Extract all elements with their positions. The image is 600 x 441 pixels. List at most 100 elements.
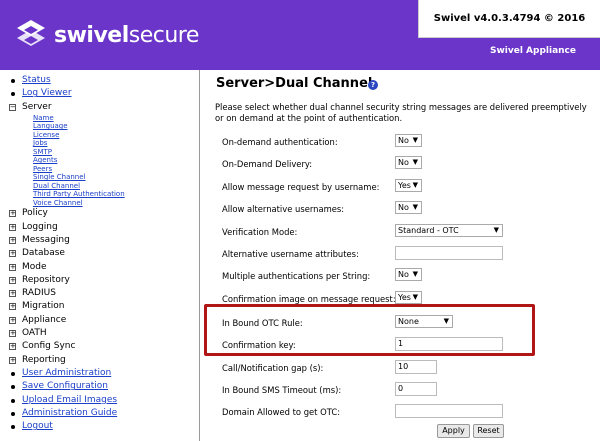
apply-button[interactable]: Apply (437, 424, 470, 438)
bullet-icon (11, 92, 15, 97)
bullet-icon (11, 411, 15, 416)
expand-icon[interactable]: + (9, 343, 16, 351)
server-submenu: Name Language License Jobs SMTP Agents P… (0, 114, 199, 208)
sidebar-item-database[interactable]: + Database (0, 247, 199, 260)
sidebar-item-oath[interactable]: + OATH (0, 327, 199, 340)
sidebar-subitem[interactable]: Language (0, 122, 199, 131)
sidebar-subitem[interactable]: SMTP (0, 148, 199, 157)
sidebar-subitem[interactable]: Peers (0, 165, 199, 174)
dropdown-arrow-icon: ▼ (412, 270, 418, 278)
sidebar-item-policy[interactable]: + Policy (0, 207, 199, 220)
field-label: On-demand authentication: (222, 137, 338, 147)
collapse-icon[interactable]: − (9, 103, 16, 111)
field-verification-mode: Verification Mode: Standard - OTC ▼ (222, 224, 592, 240)
sidebar-item-migration[interactable]: + Migration (0, 300, 199, 313)
expand-icon[interactable]: + (9, 316, 16, 324)
sidebar-subitem[interactable]: Agents (0, 156, 199, 165)
expand-icon[interactable]: + (9, 356, 16, 364)
alternative-username-attributes-input[interactable] (395, 246, 503, 260)
sidebar-item-log-viewer[interactable]: Log Viewer (0, 87, 199, 100)
swivel-logo-icon (17, 20, 45, 46)
sidebar-item-user-administration[interactable]: User Administration (0, 367, 199, 380)
field-allow-alternative-usernames: Allow alternative usernames: No ▼ (222, 201, 592, 217)
sidebar-subitem[interactable]: Name (0, 114, 199, 123)
page-description: Please select whether dual channel secur… (215, 102, 587, 123)
sidebar-item-repository[interactable]: + Repository (0, 274, 199, 287)
verification-mode-select[interactable]: Standard - OTC ▼ (395, 224, 503, 237)
on-demand-authentication-select[interactable]: No ▼ (395, 134, 422, 147)
bullet-icon (11, 79, 15, 83)
field-label: Multiple authentications per String: (222, 271, 371, 281)
field-alternative-username-attributes: Alternative username attributes: (222, 246, 592, 262)
expand-icon[interactable]: + (9, 330, 16, 338)
expand-icon[interactable]: + (9, 210, 16, 218)
dropdown-arrow-icon: ▼ (412, 181, 418, 189)
allow-message-request-select[interactable]: Yes ▼ (395, 179, 422, 192)
sidebar-subitem[interactable]: Third Party Authentication (0, 190, 199, 199)
bullet-icon (11, 398, 15, 403)
sidebar-item-server[interactable]: − Server (0, 101, 199, 114)
dropdown-arrow-icon: ▼ (412, 158, 418, 166)
sidebar-item-reporting[interactable]: + Reporting (0, 354, 199, 367)
sidebar-item-logging[interactable]: + Logging (0, 221, 199, 234)
sidebar-item-config-sync[interactable]: + Config Sync (0, 340, 199, 353)
sidebar-subitem[interactable]: License (0, 131, 199, 140)
version-text: Swivel v4.0.3.4794 © 2016 (433, 13, 586, 24)
sidebar-item-mode[interactable]: + Mode (0, 261, 199, 274)
sidebar-item-upload-email-images[interactable]: Upload Email Images (0, 394, 199, 407)
on-demand-delivery-select[interactable]: No ▼ (395, 156, 422, 169)
call-notification-gap-input[interactable]: 10 (395, 360, 437, 374)
confirmation-image-select[interactable]: Yes ▼ (395, 291, 422, 304)
sidebar-subitem[interactable]: Voice Channel (0, 199, 199, 208)
field-domain-allowed: Domain Allowed to get OTC: (222, 404, 592, 420)
app-header: swivelsecure Swivel v4.0.3.4794 © 2016 S… (0, 0, 600, 70)
dropdown-arrow-icon: ▼ (412, 203, 418, 211)
field-call-notification-gap: Call/Notification gap (s): 10 (222, 360, 592, 376)
appliance-label: Swivel Appliance (489, 46, 576, 56)
bullet-icon (11, 385, 15, 390)
sidebar-item-logout[interactable]: Logout (0, 420, 199, 433)
field-label: Allow alternative usernames: (222, 204, 345, 214)
field-on-demand-authentication: On-demand authentication: No ▼ (222, 134, 592, 150)
reset-button[interactable]: Reset (473, 424, 504, 438)
swivelsecure-logo: swivelsecure (14, 18, 199, 52)
sidebar-subitem[interactable]: Single Channel (0, 173, 199, 182)
field-label: Verification Mode: (222, 227, 298, 237)
field-multiple-authentications: Multiple authentications per String: No ▼ (222, 268, 592, 284)
expand-icon[interactable]: + (9, 250, 16, 258)
sidebar-item-save-configuration[interactable]: Save Configuration (0, 380, 199, 393)
expand-icon[interactable]: + (9, 303, 16, 311)
field-label: Alternative username attributes: (222, 249, 359, 259)
sidebar-item-status[interactable]: Status (0, 74, 199, 87)
page-title: Server>Dual Channel (216, 76, 373, 91)
dropdown-arrow-icon: ▼ (412, 293, 418, 301)
field-allow-message-request: Allow message request by username: Yes ▼ (222, 179, 592, 195)
expand-icon[interactable]: + (9, 276, 16, 284)
field-in-bound-sms-timeout: In Bound SMS Timeout (ms): 0 (222, 382, 592, 398)
sidebar-item-administration-guide[interactable]: Administration Guide (0, 407, 199, 420)
multiple-authentications-select[interactable]: No ▼ (395, 268, 422, 281)
logo-text: swivelsecure (54, 22, 199, 48)
expand-icon[interactable]: + (9, 263, 16, 271)
dropdown-arrow-icon: ▼ (493, 226, 499, 234)
domain-allowed-input[interactable] (395, 404, 503, 418)
bullet-icon (11, 425, 15, 430)
sidebar-item-appliance[interactable]: + Appliance (0, 314, 199, 327)
sidebar-subitem[interactable]: Dual Channel (0, 182, 199, 191)
version-box: Swivel v4.0.3.4794 © 2016 (418, 0, 600, 38)
bullet-icon (11, 371, 15, 376)
sidebar-item-messaging[interactable]: + Messaging (0, 234, 199, 247)
sidebar-nav: Status Log Viewer − Server Name Language … (0, 70, 200, 441)
help-icon[interactable]: ? (368, 80, 378, 90)
highlight-frame (204, 304, 535, 356)
expand-icon[interactable]: + (9, 290, 16, 298)
field-on-demand-delivery: On-Demand Delivery: No ▼ (222, 156, 592, 172)
dropdown-arrow-icon: ▼ (412, 136, 418, 144)
sidebar-item-radius[interactable]: + RADIUS (0, 287, 199, 300)
expand-icon[interactable]: + (9, 223, 16, 231)
field-label: Confirmation image on message request: (222, 294, 396, 304)
sidebar-subitem[interactable]: Jobs (0, 139, 199, 148)
expand-icon[interactable]: + (9, 236, 16, 244)
in-bound-sms-timeout-input[interactable]: 0 (395, 382, 437, 396)
allow-alternative-usernames-select[interactable]: No ▼ (395, 201, 422, 214)
